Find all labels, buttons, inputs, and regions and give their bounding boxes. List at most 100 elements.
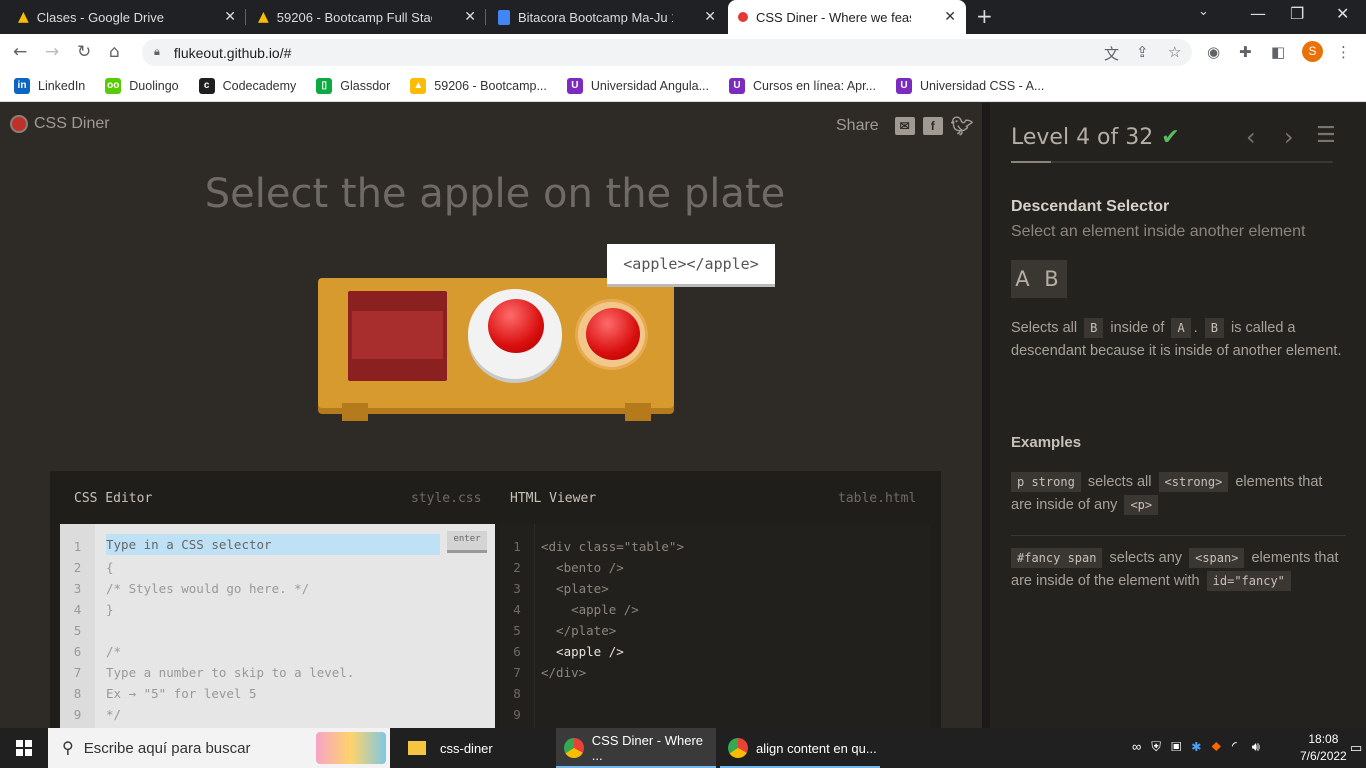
home-icon[interactable]: ⌂ [109,42,120,62]
next-level-icon[interactable]: › [1284,123,1294,151]
search-icon: ⚲ [62,740,74,757]
bookmark-icon: ▯ [316,77,333,94]
back-icon[interactable]: ← [13,42,27,62]
address-bar[interactable]: 🔒︎ flukeout.github.io/# [142,39,1192,66]
tab-css-diner[interactable]: CSS Diner - Where we feast on C ✕ [728,0,966,34]
css-editor: 1 2 3 4 5 6 7 8 9 Type in a CSS selector enter {… [60,524,495,728]
code-line: Type a number to skip to a level. [106,665,355,680]
tab-separator [245,9,246,25]
line-number: 4 [73,602,82,617]
enter-button[interactable]: enter [447,531,487,553]
selector-input[interactable]: Type in a CSS selector [106,534,440,555]
profile-avatar[interactable]: S [1302,41,1323,62]
close-tab-icon[interactable]: ✕ [224,9,236,25]
level-instruction: Select the apple on the plate [204,171,786,217]
bookmark-item[interactable]: U Universidad CSS - A... [896,77,1044,94]
close-window-icon[interactable]: ✕ [1336,4,1349,23]
taskbar-search[interactable]: ⚲ Escribe aquí para buscar [48,728,390,768]
wifi-icon[interactable]: ◜ [1231,739,1251,754]
bookmark-item[interactable]: U Universidad Angula... [566,77,709,94]
tab-bootcamp[interactable]: ▲ 59206 - Bootcamp Full Stack Eng ✕ [248,0,486,34]
html-code: <div class="table"> <bento /> <plate> <a… [541,536,684,725]
restore-icon[interactable]: ❐ [1290,4,1304,23]
new-tab-icon[interactable]: + [976,4,993,28]
taskbar-item-chrome-2[interactable]: align content en qu... [720,728,880,768]
minimize-icon[interactable]: — [1250,4,1266,23]
taskbar-item-chrome-active[interactable]: CSS Diner - Where ... [556,728,716,768]
extensions-puzzle-icon[interactable]: ✚ [1239,43,1252,61]
side-panel-icon[interactable]: ◧ [1271,43,1285,61]
css-gutter: 1 2 3 4 5 6 7 8 9 [60,524,95,728]
bento-box[interactable] [348,291,447,381]
translate-icon[interactable]: ⽂ [1104,43,1119,64]
line-number: 2 [73,560,82,575]
bookmark-item[interactable]: in LinkedIn [14,77,86,94]
clock[interactable]: 18:08 7/6/2022 [1300,731,1347,765]
network-share-icon[interactable]: ∞ [1132,739,1151,754]
bookmark-item[interactable]: ▯ Glassdor [316,77,391,94]
windows-taskbar: ⚲ Escribe aquí para buscar css-diner CSS… [0,728,1366,768]
text: selects any [1109,550,1183,566]
css-file-name: style.css [411,491,482,506]
volume-icon[interactable]: 🔊︎ [1252,739,1270,754]
bookmark-item[interactable]: oo Duolingo [105,77,179,94]
url-text: flukeout.github.io/# [173,44,292,61]
prev-level-icon[interactable]: ‹ [1246,123,1256,151]
email-icon[interactable]: ✉ [894,117,915,135]
apple[interactable] [586,308,640,360]
bookmark-label: Cursos en línea: Apr... [753,78,877,93]
notifications-icon[interactable]: ▭ [1350,740,1362,756]
bluetooth-icon[interactable]: ✱ [1191,739,1211,754]
lock-icon[interactable]: 🔒︎ [154,46,160,59]
bookmark-item[interactable]: ▲ 59206 - Bootcamp... [410,77,547,94]
windows-start-icon[interactable] [16,740,32,756]
line-number: 9 [73,707,82,722]
text: Selects all [1011,320,1078,336]
css-code: {/* Styles would go here. */} /* Type a nu… [106,557,354,725]
device-icon[interactable]: ▣ [1171,739,1191,754]
tab-google-drive[interactable]: ▲ Clases - Google Drive ✕ [8,0,246,34]
code-tag: <p> [1124,495,1159,515]
taskbar-item-css-diner-folder[interactable]: css-diner [400,728,550,768]
facebook-icon[interactable]: f [922,117,943,135]
bookmark-label: Codecademy [222,78,297,93]
css-diner-icon [738,12,748,22]
close-tab-icon[interactable]: ✕ [464,9,476,25]
tab-bitacora[interactable]: Bitacora Bootcamp Ma-Ju 19hs - ✕ [488,0,726,34]
code-line: <plate> [541,581,609,596]
tab-title: 59206 - Bootcamp Full Stack Eng [276,9,432,25]
menu-kebab-icon[interactable]: ⋮ [1336,43,1351,61]
editor-panel: CSS Editor style.css HTML Viewer table.h… [50,471,941,728]
apple-on-plate[interactable] [488,299,544,353]
example-divider [1011,535,1346,536]
bookmark-icon: U [729,77,746,94]
avast-icon[interactable]: ◆ [1211,739,1231,754]
line-number: 9 [513,707,521,722]
forward-icon[interactable]: → [45,42,59,62]
chrome-icon [728,738,748,758]
defender-icon[interactable]: ⛨ [1151,739,1171,754]
code-tag: <strong> [1158,472,1229,492]
bookmark-icon: U [896,77,913,94]
text: selects all [1087,474,1152,490]
code-line: Ex → "5" for level 5 [106,686,257,701]
code-line: } [106,602,114,617]
bookmark-label: LinkedIn [38,78,86,93]
taskbar-search-placeholder: Escribe aquí para buscar [83,739,251,757]
close-tab-icon[interactable]: ✕ [944,9,956,25]
extension-cat-icon[interactable]: ◉ [1207,43,1220,61]
tab-search-icon[interactable]: ⌄ [1198,4,1209,19]
css-diner-logo[interactable]: CSS Diner [10,115,110,133]
close-tab-icon[interactable]: ✕ [704,9,716,25]
bookmark-item[interactable]: c Codecademy [198,77,297,94]
bookmark-label: Glassdor [340,78,391,93]
reload-icon[interactable]: ↻ [77,42,91,62]
line-number: 5 [73,623,82,638]
twitter-icon[interactable]: 🐦︎ [951,117,974,135]
code-tag: B [1204,318,1224,338]
bookmark-item[interactable]: U Cursos en línea: Apr... [729,77,877,94]
share-page-icon[interactable]: ⇪ [1136,43,1149,61]
bookmark-star-icon[interactable]: ☆ [1168,43,1181,61]
line-number: 4 [513,602,521,617]
level-menu-icon[interactable]: ☰ [1316,123,1336,148]
